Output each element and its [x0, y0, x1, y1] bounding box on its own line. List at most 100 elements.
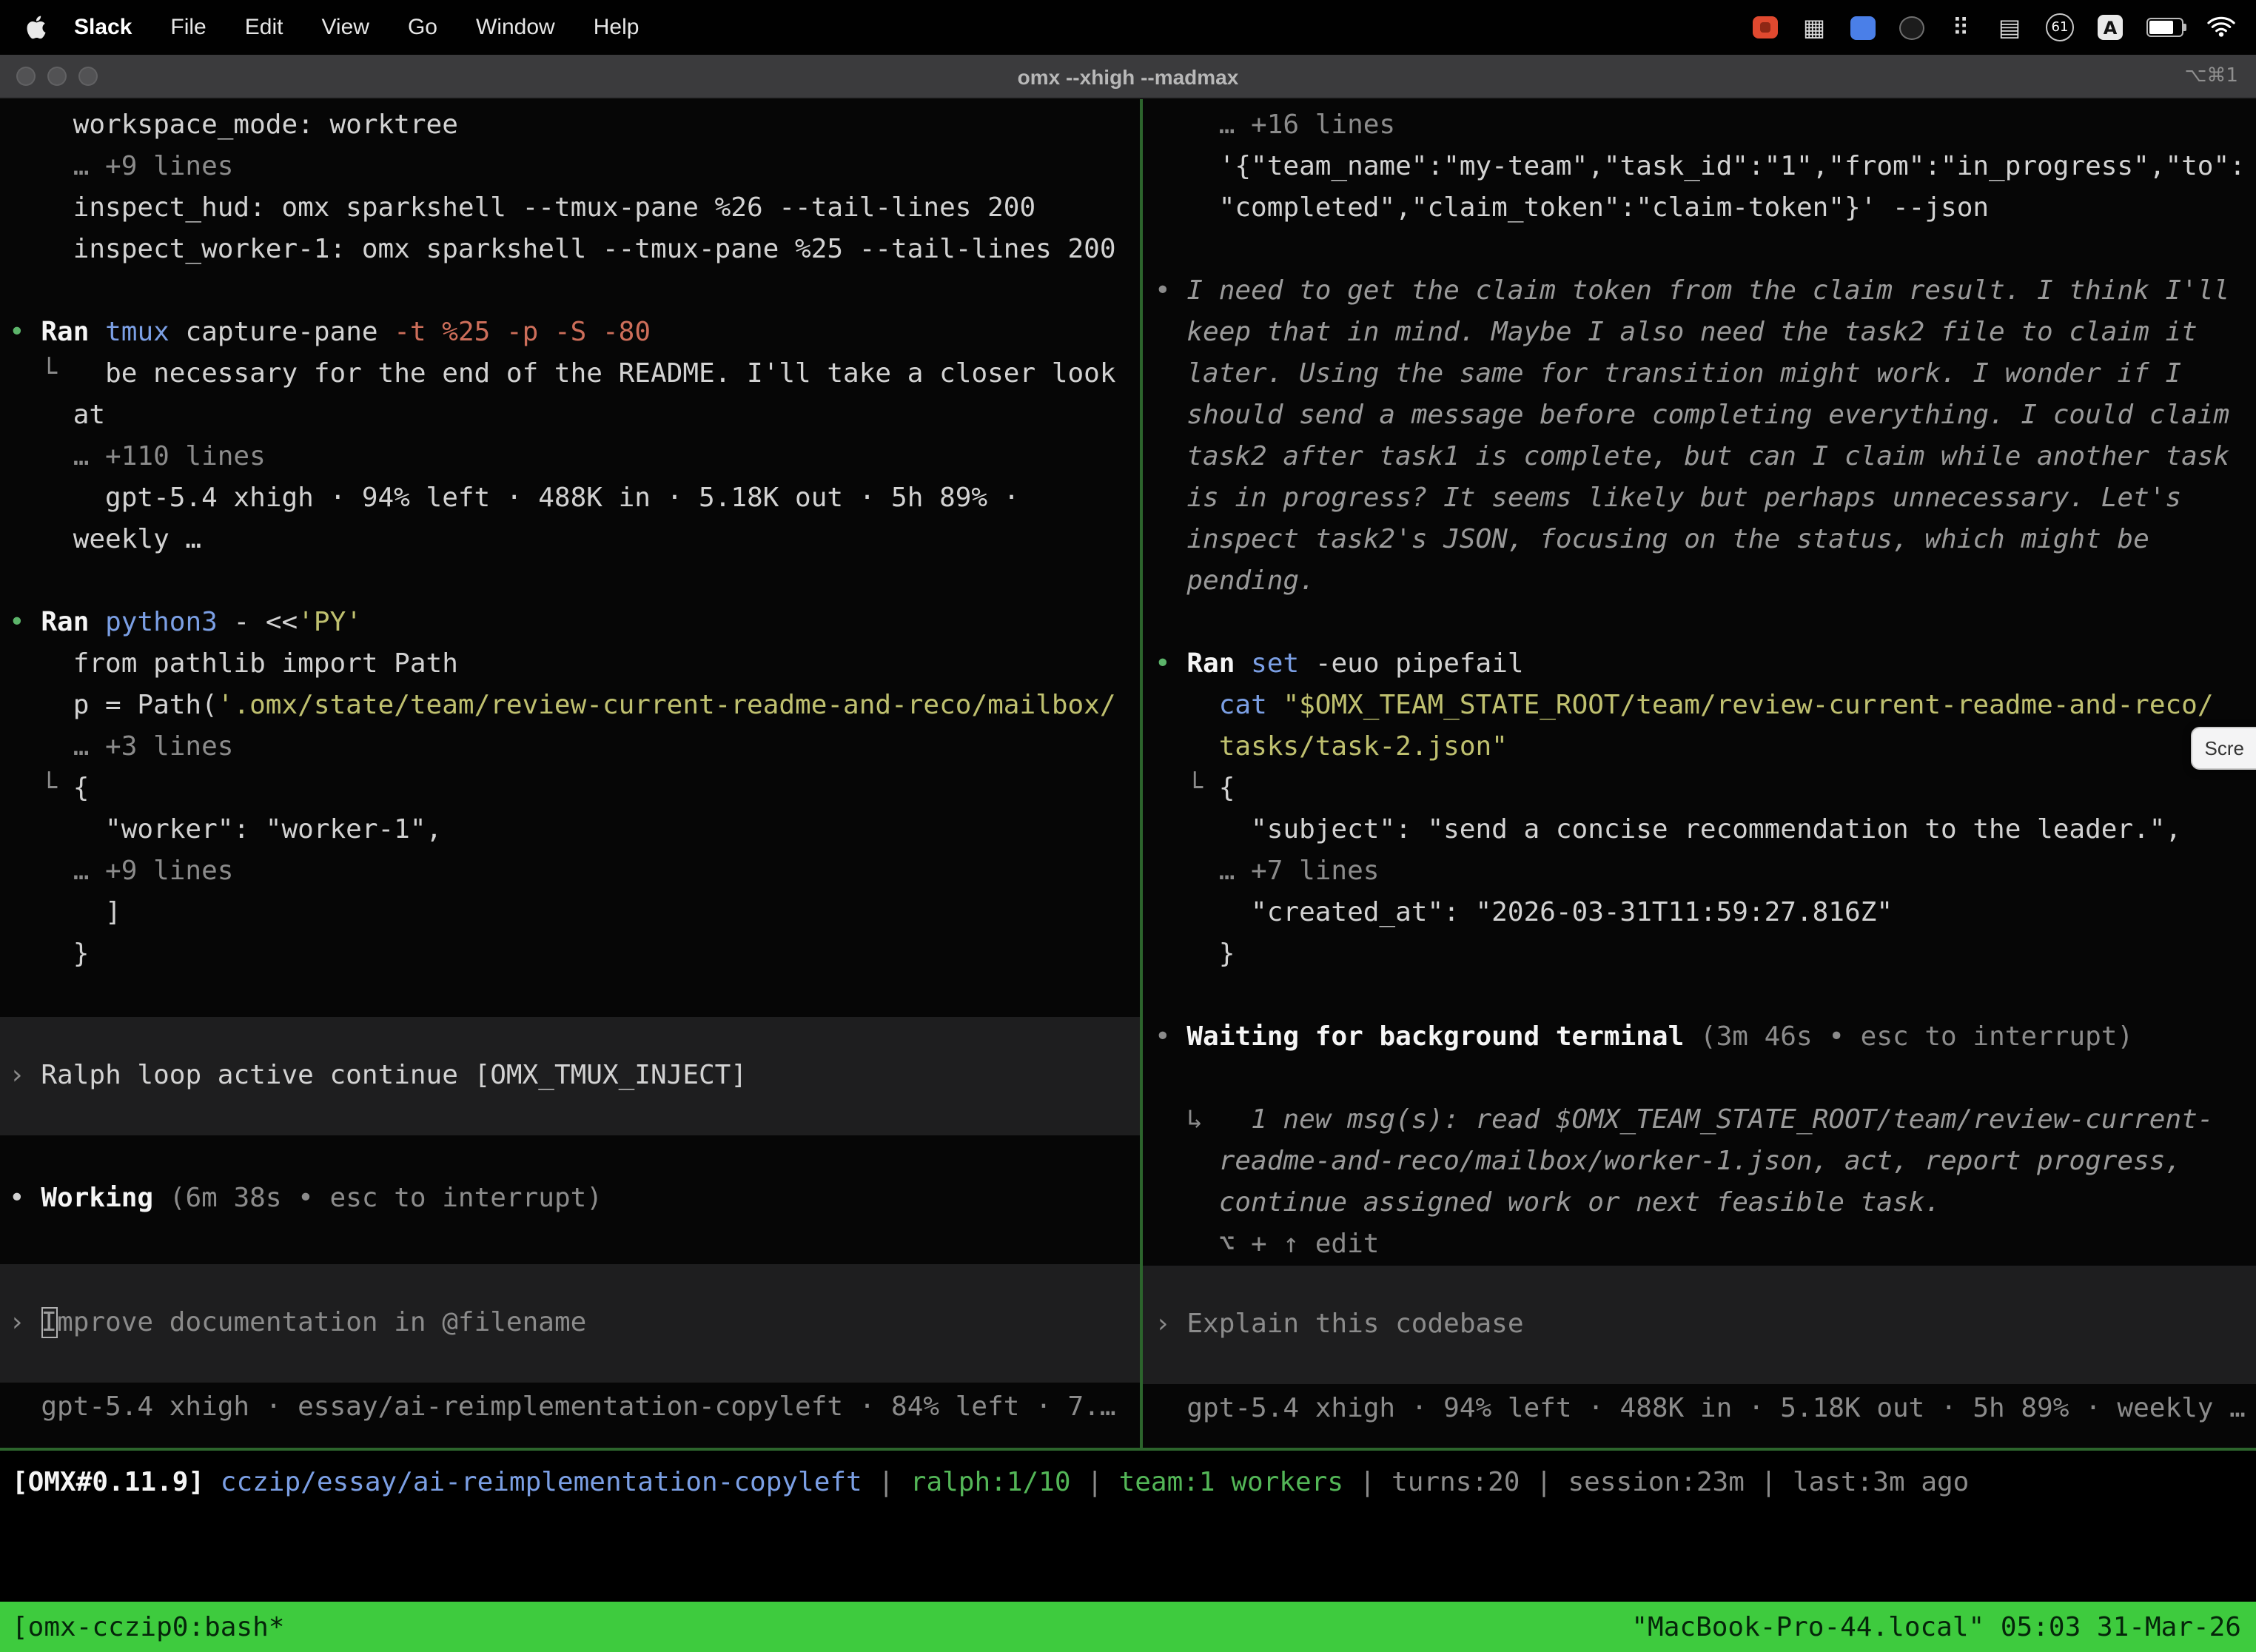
terminal-line: pending. [1143, 561, 2256, 602]
terminal-line [1143, 1058, 2256, 1100]
terminal-line: is in progress? It seems likely but perh… [1143, 478, 2256, 520]
terminal-line: ⌥ + ↑ edit [1143, 1224, 2256, 1266]
tmux-status-bar: [omx-cczip0:bash* "MacBook-Pro-44.local"… [0, 1602, 2256, 1652]
terminal-line: › Ralph loop active continue [OMX_TMUX_I… [0, 1055, 1140, 1097]
traffic-lights [16, 55, 98, 98]
terminal-line: └ { [0, 768, 1140, 810]
terminal-line: … +110 lines [0, 437, 1140, 478]
terminal-line: workspace_mode: worktree [0, 105, 1140, 147]
close-button[interactable] [16, 67, 36, 86]
terminal-line: gpt-5.4 xhigh · 94% left · 488K in · 5.1… [1143, 1389, 2256, 1430]
screen: Slack File Edit View Go Window Help ▦ ⠿ ▤ 61 A om… [0, 0, 2256, 1652]
zoom-button[interactable] [78, 67, 98, 86]
terminal-line: • Ran tmux capture-pane -t %25 -p -S -80 [0, 312, 1140, 354]
terminal-line [0, 271, 1140, 312]
window-title: omx --xhigh --madmax [1018, 64, 1239, 88]
input-source-icon[interactable]: A [2098, 15, 2123, 40]
terminal-line [0, 976, 1140, 1017]
app-badge-icon[interactable] [1899, 16, 1924, 39]
terminal-line: … +3 lines [0, 727, 1140, 768]
terminal-line: └ be necessary for the end of the README… [0, 354, 1140, 395]
terminal-line: … +9 lines [0, 851, 1140, 893]
terminal-line: └ { [1143, 768, 2256, 810]
tmux-host-clock: "MacBook-Pro-44.local" 05:03 31-Mar-26 [1631, 1611, 2241, 1642]
menu-items: File Edit View Go Window Help [170, 15, 639, 40]
screen-recording-indicator[interactable] [1753, 16, 1778, 38]
terminal-line: • I need to get the claim token from the… [1143, 271, 2256, 312]
inject-notice: › Ralph loop active continue [OMX_TMUX_I… [0, 1017, 1140, 1135]
battery-icon[interactable] [2146, 18, 2183, 37]
terminal-line [1143, 602, 2256, 644]
menu-item-file[interactable]: File [170, 15, 206, 40]
terminal-line: … +16 lines [1143, 105, 2256, 147]
terminal-line: } [0, 934, 1140, 976]
screenshot-popup-label: Scre [2205, 737, 2244, 759]
terminal-line: "subject": "send a concise recommendatio… [1143, 810, 2256, 851]
terminal-line: task2 after task1 is complete, but can I… [1143, 437, 2256, 478]
terminal-line: • Working (6m 38s • esc to interrupt) [0, 1178, 1140, 1220]
battery-percentage-icon[interactable]: 61 [2046, 13, 2074, 41]
terminal-line: ↳ 1 new msg(s): read $OMX_TEAM_STATE_ROO… [1143, 1100, 2256, 1141]
tmux-session-window: [omx-cczip0:bash* [12, 1611, 284, 1642]
terminal-line [1143, 229, 2256, 271]
terminal-line: should send a message before completing … [1143, 395, 2256, 437]
menubar-status-icons: ▦ ⠿ ▤ 61 A [1753, 13, 2235, 42]
terminal-line: '{"team_name":"my-team","task_id":"1","f… [1143, 147, 2256, 188]
apple-logo [27, 15, 47, 40]
window-titlebar[interactable]: omx --xhigh --madmax ⌥⌘1 [0, 55, 2256, 99]
app-menu-slack[interactable]: Slack [74, 15, 132, 40]
terminal-line: keep that in mind. Maybe I also need the… [1143, 312, 2256, 354]
terminal-line: continue assigned work or next feasible … [1143, 1183, 2256, 1224]
terminal-line: readme-and-reco/mailbox/worker-1.json, a… [1143, 1141, 2256, 1183]
terminal-line: p = Path('.omx/state/team/review-current… [0, 685, 1140, 727]
terminal-line: inspect_hud: omx sparkshell --tmux-pane … [0, 188, 1140, 229]
apple-menu-icon[interactable] [27, 15, 47, 40]
stream-deck-icon[interactable]: ▤ [1997, 13, 2022, 42]
bottom-pane-empty[interactable] [0, 1516, 2256, 1602]
keyboard-grid-icon[interactable]: ▦ [1802, 13, 1827, 42]
window-shortcut-hint: ⌥⌘1 [2184, 65, 2238, 87]
terminal-line: ] [0, 893, 1140, 934]
terminal-line: … +7 lines [1143, 851, 2256, 893]
terminal-line: • Waiting for background terminal (3m 46… [1143, 1017, 2256, 1058]
terminal: workspace_mode: worktree … +9 lines insp… [0, 99, 2256, 1448]
dots-grid-icon[interactable]: ⠿ [1948, 13, 1973, 42]
wifi-arcs [2207, 16, 2235, 38]
terminal-line: "worker": "worker-1", [0, 810, 1140, 851]
terminal-line: from pathlib import Path [0, 644, 1140, 685]
terminal-line: • Ran set -euo pipefail [1143, 644, 2256, 685]
menu-item-go[interactable]: Go [408, 15, 437, 40]
menu-item-window[interactable]: Window [476, 15, 555, 40]
terminal-line: gpt-5.4 xhigh · 94% left · 488K in · 5.1… [0, 478, 1140, 520]
menubar: Slack File Edit View Go Window Help ▦ ⠿ ▤ 61 A [0, 0, 2256, 55]
terminal-line: weekly … [0, 520, 1140, 561]
terminal-line: } [1143, 934, 2256, 976]
wifi-icon[interactable] [2207, 13, 2235, 42]
terminal-line [1143, 976, 2256, 1017]
terminal-line: later. Using the same for transition mig… [1143, 354, 2256, 395]
terminal-line: › Improve documentation in @filename [0, 1303, 1140, 1344]
menu-item-view[interactable]: View [321, 15, 369, 40]
terminal-line: tasks/task-2.json" [1143, 727, 2256, 768]
menu-item-edit[interactable]: Edit [245, 15, 283, 40]
raycast-icon[interactable] [1850, 16, 1876, 39]
terminal-line: inspect task2's JSON, focusing on the st… [1143, 520, 2256, 561]
terminal-line: › Explain this codebase [1143, 1304, 2256, 1346]
terminal-line: at [0, 395, 1140, 437]
terminal-line: "created_at": "2026-03-31T11:59:27.816Z" [1143, 893, 2256, 934]
screenshot-popup[interactable]: Scre [2192, 727, 2256, 770]
terminal-right-pane[interactable]: … +16 lines '{"team_name":"my-team","tas… [1143, 99, 2256, 1448]
terminal-line: "completed","claim_token":"claim-token"}… [1143, 188, 2256, 229]
terminal-line: inspect_worker-1: omx sparkshell --tmux-… [0, 229, 1140, 271]
terminal-line: cat "$OMX_TEAM_STATE_ROOT/team/review-cu… [1143, 685, 2256, 727]
terminal-line [0, 561, 1140, 602]
terminal-line: gpt-5.4 xhigh · essay/ai-reimplementatio… [0, 1387, 1140, 1428]
minimize-button[interactable] [47, 67, 67, 86]
terminal-line: • Ran python3 - <<'PY' [0, 602, 1140, 644]
prompt-input[interactable]: › Improve documentation in @filename [0, 1264, 1140, 1383]
omx-status-line: [OMX#0.11.9] cczip/essay/ai-reimplementa… [0, 1451, 2256, 1516]
menu-item-help[interactable]: Help [594, 15, 639, 40]
terminal-left-pane[interactable]: workspace_mode: worktree … +9 lines insp… [0, 99, 1140, 1448]
terminal-line: … +9 lines [0, 147, 1140, 188]
prompt-input[interactable]: › Explain this codebase [1143, 1266, 2256, 1384]
